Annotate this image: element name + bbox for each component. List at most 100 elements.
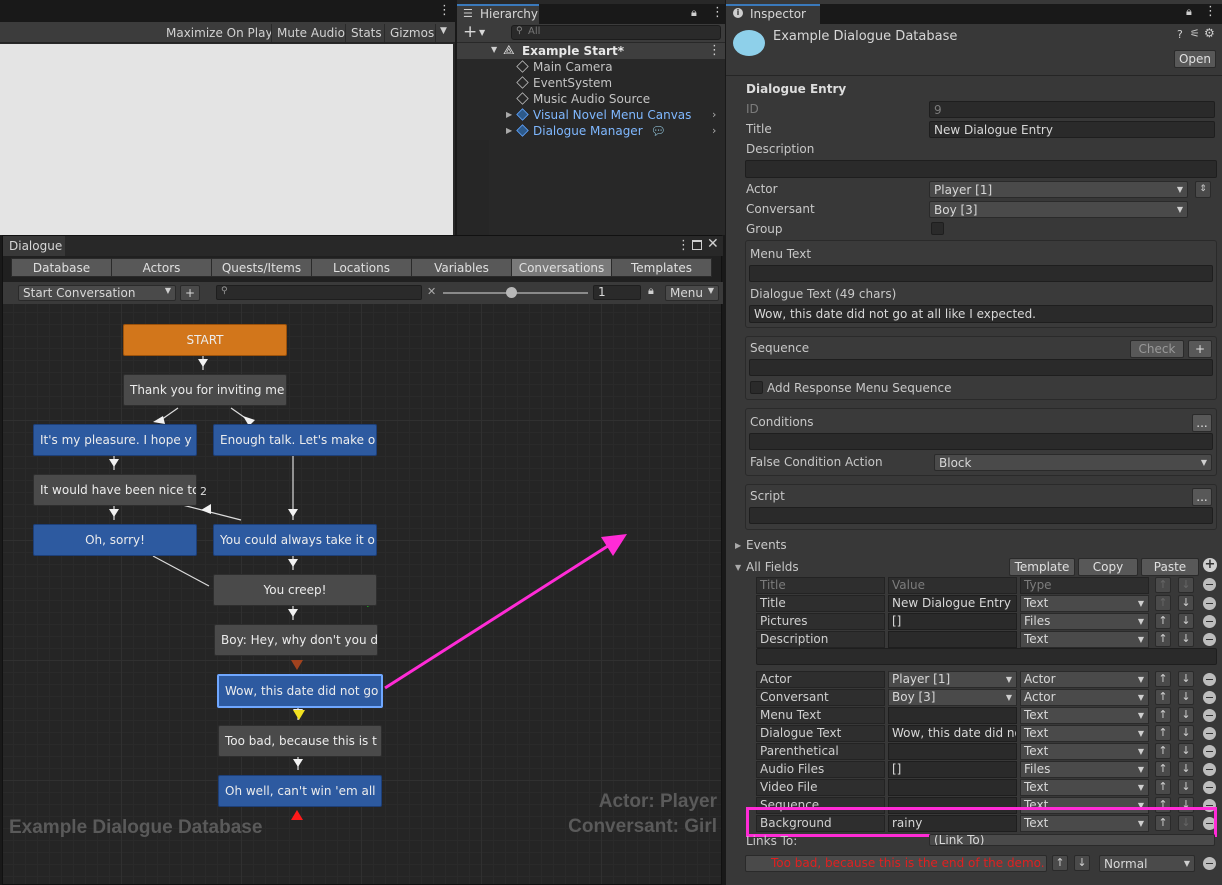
more-options-icon[interactable]: ⋮ [711,5,724,20]
paste-button[interactable]: Paste [1141,558,1199,576]
field-title-cell[interactable]: Audio Files [756,761,885,778]
add-conversation-button[interactable]: + [180,285,200,301]
lock-icon[interactable]: 🔒︎ [1186,5,1192,19]
node-dialogue[interactable]: Oh, sorry! [33,524,197,556]
add-field-icon[interactable]: + [1203,558,1217,572]
tab-variables[interactable]: Variables [411,258,512,277]
tab-database[interactable]: Database [11,258,112,277]
add-response-checkbox[interactable] [750,381,763,394]
hierarchy-tab[interactable]: ☰ Hierarchy [457,4,539,24]
group-checkbox[interactable] [931,222,944,235]
field-title-cell[interactable]: Menu Text [756,707,885,724]
gear-icon[interactable]: ⚙ [1204,26,1215,40]
move-up-button[interactable]: ↑ [1155,725,1171,741]
field-type-select[interactable]: Text [1020,743,1149,760]
mute-audio-button[interactable]: Mute Audio [273,24,346,42]
field-value-cell[interactable] [888,743,1017,760]
tab-conversations[interactable]: Conversations [511,258,612,277]
expand-arrow-icon[interactable]: ▶ [506,110,512,119]
remove-field-icon[interactable] [1203,781,1216,794]
hierarchy-item-music-audio-source[interactable]: Music Audio Source [516,91,650,107]
hierarchy-search-input[interactable]: ⚲ All [511,25,721,40]
hierarchy-item-visual-novel-menu-canvas[interactable]: Visual Novel Menu Canvas [516,107,691,123]
description-value-area[interactable] [756,648,1217,665]
field-title-cell[interactable]: Pictures [756,613,885,630]
tab-quests-items[interactable]: Quests/Items [211,258,312,277]
node-dialogue[interactable]: Oh well, can't win 'em all [218,775,382,807]
title-input[interactable]: New Dialogue Entry [929,121,1215,138]
field-type-select[interactable]: Text [1020,595,1149,612]
conditions-input[interactable] [749,433,1213,450]
field-title-cell[interactable]: Dialogue Text [756,725,885,742]
field-title-cell[interactable]: Description [756,631,885,648]
field-value-cell[interactable]: [] [888,613,1017,630]
tab-actors[interactable]: Actors [111,258,212,277]
field-title-cell[interactable]: Title [756,595,885,612]
link-move-up-button[interactable]: ↑ [1052,855,1068,871]
remove-field-icon[interactable] [1203,763,1216,776]
chevron-down-icon[interactable]: ▼ [479,28,485,37]
node-search-input[interactable]: ⚲ [216,285,422,300]
lock-icon[interactable]: 🔒︎ [648,284,654,298]
template-button[interactable]: Template [1009,558,1075,576]
more-options-icon[interactable]: ⋮ [1204,4,1217,19]
node-dialogue[interactable]: Too bad, because this is t [218,725,382,757]
add-sequence-button[interactable]: + [1188,340,1212,358]
move-down-button[interactable]: ↓ [1178,779,1194,795]
move-up-button[interactable]: ↑ [1155,671,1171,687]
node-dialogue[interactable]: Enough talk. Let's make ou [213,424,377,456]
expand-arrow-icon[interactable]: ▶ [735,541,741,550]
link-priority-select[interactable]: Normal [1099,855,1195,872]
move-down-button[interactable]: ↓ [1178,725,1194,741]
scene-row[interactable]: ▼ ⟁ Example Start* ⋮ [457,43,725,59]
hierarchy-item-eventsystem[interactable]: EventSystem [516,75,612,91]
copy-button[interactable]: Copy [1078,558,1138,576]
move-down-button[interactable]: ↓ [1178,761,1194,777]
events-foldout[interactable]: Events [746,538,787,552]
dialogue-text-input[interactable]: Wow, this date did not go at all like I … [749,305,1213,323]
move-up-button[interactable]: ↑ [1155,761,1171,777]
remove-link-icon[interactable] [1203,857,1216,870]
remove-field-icon[interactable] [1203,597,1216,610]
field-value-cell[interactable] [888,779,1017,796]
remove-field-icon[interactable] [1203,615,1216,628]
field-value-cell[interactable]: Player [1] [888,671,1017,688]
field-type-select[interactable]: Files [1020,761,1149,778]
link-move-down-button[interactable]: ↓ [1074,855,1090,871]
false-condition-select[interactable]: Block [934,454,1212,471]
more-options-icon[interactable]: ⋮ [677,238,690,253]
node-dialogue[interactable]: Boy: Hey, why don't you di [214,624,378,656]
expand-arrow-icon[interactable]: ▼ [491,45,497,54]
script-wizard-button[interactable]: ... [1192,488,1212,506]
chevron-right-icon[interactable]: › [712,124,716,137]
field-type-select[interactable]: Actor [1020,689,1149,706]
open-button[interactable]: Open [1174,50,1216,68]
field-type-select[interactable]: Text [1020,631,1149,648]
node-dialogue[interactable]: You could always take it o [213,524,377,556]
help-icon[interactable]: ? [1177,28,1183,41]
more-options-icon[interactable]: ⋮ [708,43,721,58]
maximize-icon[interactable] [692,240,702,250]
inspector-tab[interactable]: i Inspector [726,4,820,24]
move-down-button[interactable]: ↓ [1178,613,1194,629]
settings-sliders-icon[interactable]: ⚟ [1190,27,1200,40]
field-value-cell[interactable]: Boy [3] [888,689,1017,706]
conversation-select[interactable]: Start Conversation [18,285,176,301]
gizmos-button[interactable]: Gizmos [386,24,436,42]
swap-actor-button[interactable]: ⇕ [1195,181,1211,198]
maximize-on-play-button[interactable]: Maximize On Play [162,24,272,42]
menu-dropdown[interactable]: Menu [665,285,719,301]
zoom-slider-handle[interactable] [506,287,517,298]
close-icon[interactable]: ✕ [707,236,719,252]
tab-locations[interactable]: Locations [311,258,412,277]
field-title-cell[interactable]: Parenthetical [756,743,885,760]
field-type-select[interactable]: Text [1020,725,1149,742]
dialogue-window-tab[interactable]: Dialogue [3,236,65,256]
move-down-button[interactable]: ↓ [1178,595,1194,611]
node-dialogue[interactable]: Thank you for inviting me [123,374,287,406]
move-up-button[interactable]: ↑ [1155,743,1171,759]
node-graph-canvas[interactable]: START Thank you for inviting me It's my … [3,304,721,884]
field-type-select[interactable]: Text [1020,779,1149,796]
lock-icon[interactable]: 🔒︎ [691,6,697,20]
node-dialogue[interactable]: It would have been nice to [33,474,197,506]
